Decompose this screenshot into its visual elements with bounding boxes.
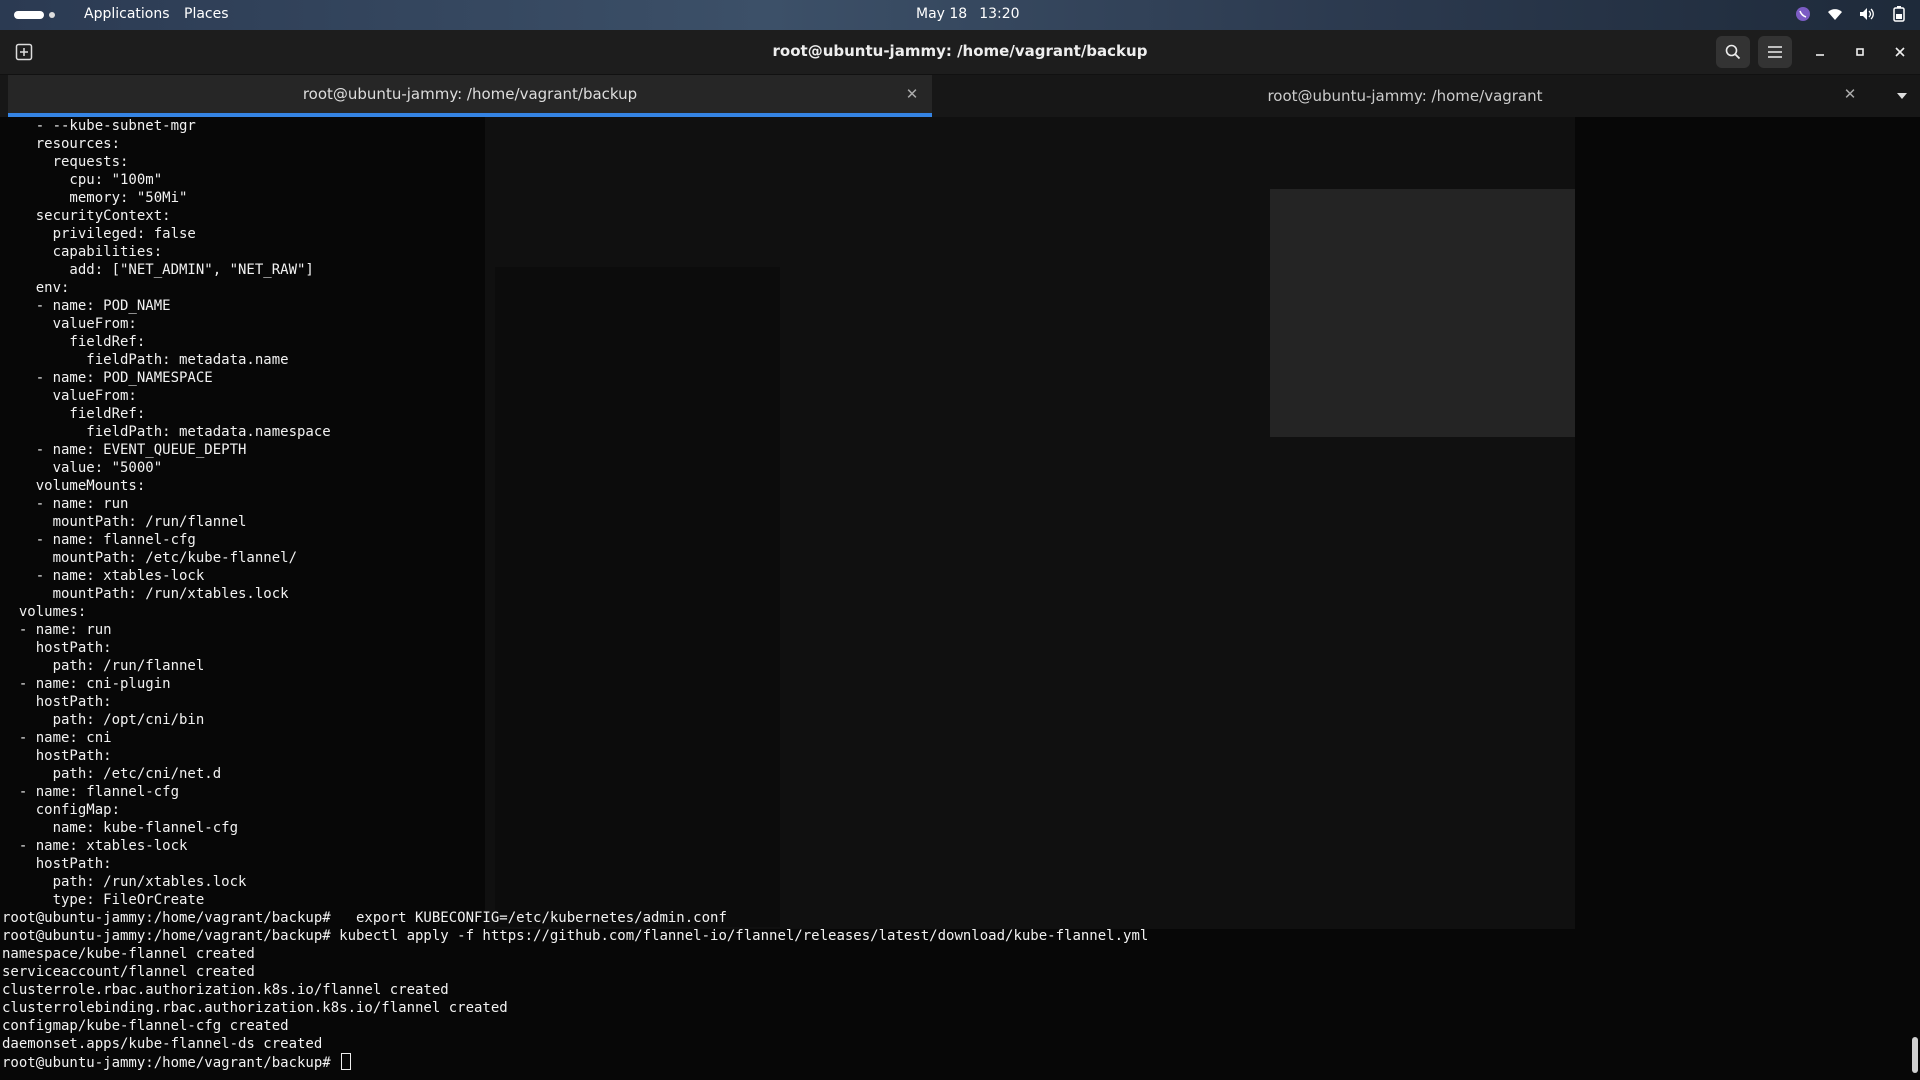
- close-icon: [1895, 47, 1905, 57]
- terminal-line: securityContext:: [2, 208, 171, 224]
- tab-label: root@ubuntu-jammy: /home/vagrant: [1267, 87, 1543, 105]
- terminal-line: - name: xtables-lock: [2, 838, 188, 854]
- system-top-bar: Applications Places May 18 13:20: [0, 0, 1920, 30]
- close-window-button[interactable]: [1880, 36, 1920, 68]
- terminal-line: mountPath: /run/xtables.lock: [2, 586, 289, 602]
- terminal-line: - name: xtables-lock: [2, 568, 205, 584]
- terminal-line: daemonset.apps/kube-flannel-ds created: [2, 1036, 323, 1052]
- menu-icon: [1768, 46, 1782, 58]
- tab-close-icon[interactable]: ✕: [904, 85, 920, 103]
- terminal-line: path: /run/xtables.lock: [2, 874, 247, 890]
- terminal-line: volumes:: [2, 604, 87, 620]
- terminal-line: type: FileOrCreate: [2, 892, 205, 908]
- minimize-button[interactable]: [1800, 36, 1840, 68]
- terminal-line: fieldRef:: [2, 334, 146, 350]
- terminal-line: resources:: [2, 136, 121, 152]
- terminal-prompt-line: root@ubuntu-jammy:/home/vagrant/backup#: [2, 1053, 1148, 1071]
- clock-date: May 18: [916, 6, 968, 22]
- terminal-line: hostPath:: [2, 856, 112, 872]
- terminal-line: path: /opt/cni/bin: [2, 712, 205, 728]
- terminal-line: privileged: false: [2, 226, 196, 242]
- workspace-indicator: [49, 12, 55, 18]
- terminal-line: clusterrolebinding.rbac.authorization.k8…: [2, 1000, 508, 1016]
- terminal-line: serviceaccount/flannel created: [2, 964, 255, 980]
- tab-vagrant[interactable]: root@ubuntu-jammy: /home/vagrant ✕: [940, 75, 1870, 117]
- clock-time: 13:20: [979, 6, 1020, 22]
- terminal-line: fieldPath: metadata.namespace: [2, 424, 331, 440]
- terminal-cursor: [341, 1053, 352, 1070]
- terminal-line: valueFrom:: [2, 388, 137, 404]
- terminal-line: memory: "50Mi": [2, 190, 188, 206]
- terminal-line: mountPath: /etc/kube-flannel/: [2, 550, 298, 566]
- clock[interactable]: May 18 13:20: [916, 6, 1020, 22]
- terminal-line: - name: POD_NAMESPACE: [2, 370, 213, 386]
- terminal-scrollbar[interactable]: [1912, 1037, 1918, 1073]
- tab-bar: root@ubuntu-jammy: /home/vagrant/backup …: [0, 75, 1920, 117]
- terminal-line: - name: EVENT_QUEUE_DEPTH: [2, 442, 247, 458]
- terminal-line: valueFrom:: [2, 316, 137, 332]
- terminal-prompt: root@ubuntu-jammy:/home/vagrant/backup#: [2, 1055, 340, 1071]
- battery-icon[interactable]: [1890, 5, 1908, 23]
- terminal-line: hostPath:: [2, 640, 112, 656]
- volume-icon[interactable]: [1858, 5, 1876, 23]
- terminal-line: - --kube-subnet-mgr: [2, 118, 196, 134]
- terminal-line: path: /run/flannel: [2, 658, 205, 674]
- terminal-line: hostPath:: [2, 694, 112, 710]
- terminal-line: fieldPath: metadata.name: [2, 352, 289, 368]
- terminal-line: - name: cni-plugin: [2, 676, 171, 692]
- terminal-line: capabilities:: [2, 244, 163, 260]
- terminal-line: - name: run: [2, 496, 129, 512]
- terminal-line: add: ["NET_ADMIN", "NET_RAW"]: [2, 262, 314, 278]
- tab-list-dropdown-icon[interactable]: [1894, 88, 1910, 104]
- terminal-line: volumeMounts:: [2, 478, 146, 494]
- background-photo-ghost: [1270, 189, 1575, 437]
- terminal-line: mountPath: /run/flannel: [2, 514, 247, 530]
- activities-indicator[interactable]: [14, 11, 58, 19]
- viber-icon[interactable]: [1794, 5, 1812, 23]
- terminal-view[interactable]: - --kube-subnet-mgr resources: requests:…: [0, 117, 1920, 1080]
- search-button[interactable]: [1716, 36, 1750, 68]
- terminal-line: namespace/kube-flannel created: [2, 946, 255, 962]
- workspace-active-indicator: [14, 11, 44, 19]
- applications-menu[interactable]: Applications: [84, 6, 170, 22]
- terminal-line: requests:: [2, 154, 129, 170]
- terminal-line: root@ubuntu-jammy:/home/vagrant/backup# …: [2, 928, 1149, 944]
- terminal-line: - name: run: [2, 622, 112, 638]
- terminal-line: hostPath:: [2, 748, 112, 764]
- terminal-line: root@ubuntu-jammy:/home/vagrant/backup# …: [2, 910, 727, 926]
- terminal-line: value: "5000": [2, 460, 163, 476]
- terminal-output: - --kube-subnet-mgr resources: requests:…: [2, 117, 1148, 1071]
- terminal-headerbar: root@ubuntu-jammy: /home/vagrant/backup: [0, 30, 1920, 75]
- terminal-line: name: kube-flannel-cfg: [2, 820, 239, 836]
- terminal-line: - name: POD_NAME: [2, 298, 171, 314]
- places-menu[interactable]: Places: [184, 6, 229, 22]
- terminal-line: - name: flannel-cfg: [2, 532, 196, 548]
- hamburger-menu-button[interactable]: [1758, 36, 1792, 68]
- system-tray: [1794, 5, 1908, 23]
- tab-backup[interactable]: root@ubuntu-jammy: /home/vagrant/backup …: [8, 75, 932, 117]
- tab-label: root@ubuntu-jammy: /home/vagrant/backup: [302, 85, 638, 103]
- terminal-line: clusterrole.rbac.authorization.k8s.io/fl…: [2, 982, 449, 998]
- terminal-line: - name: cni: [2, 730, 112, 746]
- terminal-line: path: /etc/cni/net.d: [2, 766, 222, 782]
- minimize-icon: [1816, 54, 1824, 56]
- wifi-icon[interactable]: [1826, 5, 1844, 23]
- maximize-button[interactable]: [1840, 36, 1880, 68]
- terminal-line: fieldRef:: [2, 406, 146, 422]
- terminal-line: cpu: "100m": [2, 172, 163, 188]
- terminal-line: configMap:: [2, 802, 121, 818]
- terminal-line: configmap/kube-flannel-cfg created: [2, 1018, 289, 1034]
- terminal-line: env:: [2, 280, 70, 296]
- search-icon: [1725, 44, 1741, 60]
- window-title: root@ubuntu-jammy: /home/vagrant/backup: [772, 42, 1148, 60]
- maximize-icon: [1856, 48, 1864, 56]
- tab-close-icon[interactable]: ✕: [1842, 85, 1858, 103]
- terminal-line: - name: flannel-cfg: [2, 784, 180, 800]
